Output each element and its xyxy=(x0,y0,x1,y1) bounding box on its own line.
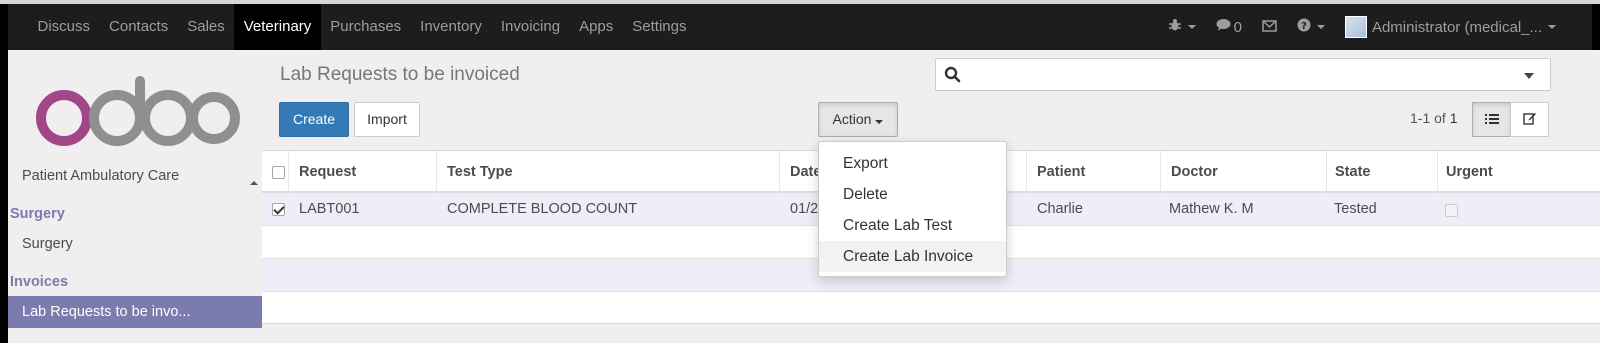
pager-range[interactable]: 1-1 of xyxy=(1410,110,1450,126)
sidebar-item-lab-requests-to-be-invoiced[interactable]: Lab Requests to be invo... xyxy=(8,296,262,328)
debug-menu[interactable] xyxy=(1168,18,1196,36)
column-divider xyxy=(1160,151,1161,193)
chevron-down-icon xyxy=(875,120,884,124)
column-header-test-type[interactable]: Test Type xyxy=(447,151,513,193)
page-title: Lab Requests to be invoiced xyxy=(280,64,520,85)
cell-request: LABT001 xyxy=(299,201,360,217)
mail-menu[interactable] xyxy=(1262,19,1277,36)
column-header-doctor[interactable]: Doctor xyxy=(1171,151,1218,193)
search-icon xyxy=(944,66,962,87)
odoo-logo[interactable] xyxy=(30,72,240,150)
action-dropdown-menu: Export Delete Create Lab Test Create Lab… xyxy=(818,141,1007,277)
cell-patient: Charlie xyxy=(1037,201,1083,217)
import-button[interactable]: Import xyxy=(354,102,420,137)
menu-item-invoicing[interactable]: Invoicing xyxy=(491,4,569,50)
sidebar-section-surgery: Surgery xyxy=(10,206,65,222)
menu-item-settings[interactable]: Settings xyxy=(623,4,696,50)
action-button-label: Action xyxy=(832,111,872,127)
menu-item-inventory[interactable]: Inventory xyxy=(411,4,492,50)
column-divider xyxy=(1437,151,1438,193)
create-button[interactable]: Create xyxy=(279,102,349,137)
search-options-toggle[interactable] xyxy=(1524,73,1534,79)
user-menu[interactable]: Administrator (medical_... xyxy=(1344,16,1556,38)
sidebar-item-patient-ambulatory-care[interactable]: Patient Ambulatory Care xyxy=(8,168,262,184)
scroll-up-icon[interactable] xyxy=(248,174,260,189)
messages-count: 0 xyxy=(1233,18,1242,36)
help-menu[interactable]: ? xyxy=(1297,18,1325,36)
sidebar-item-surgery[interactable]: Surgery xyxy=(8,236,262,252)
cell-test-type: COMPLETE BLOOD COUNT xyxy=(447,201,638,217)
menu-item-create-lab-invoice[interactable]: Create Lab Invoice xyxy=(819,241,1006,272)
column-divider xyxy=(1326,151,1327,193)
list-view-button[interactable] xyxy=(1472,102,1511,137)
chevron-down-icon xyxy=(1548,25,1556,29)
menu-item-veterinary[interactable]: Veterinary xyxy=(234,4,321,50)
control-panel: Lab Requests to be invoiced Create Impor… xyxy=(262,50,1600,151)
pager-total: 1 xyxy=(1449,110,1458,126)
envelope-icon xyxy=(1262,19,1277,36)
menu-item-delete[interactable]: Delete xyxy=(819,179,1006,210)
column-divider xyxy=(288,151,289,193)
form-view-button[interactable] xyxy=(1510,102,1549,137)
edit-icon xyxy=(1522,111,1537,128)
row-select-checkbox[interactable] xyxy=(272,203,285,216)
column-header-patient[interactable]: Patient xyxy=(1037,151,1085,193)
column-header-urgent[interactable]: Urgent xyxy=(1446,151,1493,193)
menu-item-apps[interactable]: Apps xyxy=(570,4,623,50)
table-row-empty xyxy=(262,292,1600,325)
bug-icon xyxy=(1168,18,1182,36)
user-name: Administrator (medical_... xyxy=(1371,18,1542,36)
column-header-request[interactable]: Request xyxy=(299,151,356,193)
menu-item-purchases[interactable]: Purchases xyxy=(321,4,411,50)
cell-doctor: Mathew K. M xyxy=(1169,201,1254,217)
select-all-checkbox[interactable] xyxy=(272,166,285,179)
question-circle-icon: ? xyxy=(1297,18,1311,36)
column-divider xyxy=(436,151,437,193)
list-footer xyxy=(262,323,1600,343)
main-menu: Discuss Contacts Sales Veterinary Purcha… xyxy=(28,4,696,50)
urgent-checkbox xyxy=(1445,204,1458,217)
menu-item-export[interactable]: Export xyxy=(819,148,1006,179)
messaging-menu[interactable]: 0 xyxy=(1216,18,1242,36)
chevron-down-icon xyxy=(1187,25,1196,29)
menu-item-contacts[interactable]: Contacts xyxy=(100,4,178,50)
column-header-state[interactable]: State xyxy=(1335,151,1370,193)
sidebar: Patient Ambulatory Care Surgery Surgery … xyxy=(0,50,262,343)
navbar-inner: Discuss Contacts Sales Veterinary Purcha… xyxy=(8,4,1592,50)
chat-bubble-icon xyxy=(1216,18,1231,36)
search-input[interactable] xyxy=(935,58,1551,91)
sidebar-section-invoices: Invoices xyxy=(10,274,69,290)
menu-item-sales[interactable]: Sales xyxy=(178,4,235,50)
column-header-date[interactable]: Date xyxy=(790,151,821,193)
cell-date: 01/2 xyxy=(790,201,819,217)
systray: 0 ? Administrator (medical_... xyxy=(1148,4,1556,50)
top-navbar: Discuss Contacts Sales Veterinary Purcha… xyxy=(0,0,1600,50)
svg-text:?: ? xyxy=(1301,21,1307,32)
chevron-down-icon xyxy=(1316,25,1325,29)
list-icon xyxy=(1484,112,1499,128)
pager: 1-1 of 1 xyxy=(1410,110,1458,126)
cell-state: Tested xyxy=(1334,201,1377,217)
menu-item-create-lab-test[interactable]: Create Lab Test xyxy=(819,210,1006,241)
menu-item-discuss[interactable]: Discuss xyxy=(28,4,100,50)
action-button[interactable]: Action xyxy=(818,102,898,137)
column-divider xyxy=(779,151,780,193)
column-divider xyxy=(1026,151,1027,193)
avatar xyxy=(1344,16,1367,38)
